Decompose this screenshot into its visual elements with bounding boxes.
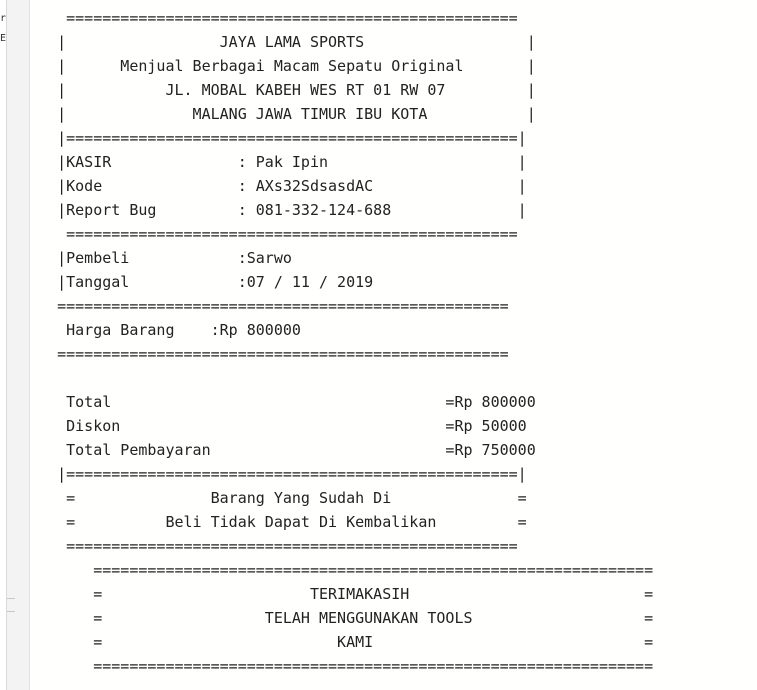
receipt-line: Diskon =Rp 50000 [30, 417, 527, 435]
receipt-line: Total Pembayaran =Rp 750000 [30, 441, 536, 459]
receipt-line: ========================================… [30, 561, 654, 579]
receipt-line: Harga Barang :Rp 800000 [30, 321, 301, 339]
receipt-line: ========================================… [30, 9, 518, 27]
adjacent-window-edge: r E [0, 0, 7, 690]
receipt-line: | JAYA LAMA SPORTS | [30, 33, 536, 51]
receipt-line: = KAMI = [30, 633, 654, 651]
receipt-line: |Tanggal :07 / 11 / 2019 [30, 273, 374, 291]
receipt-line: = TELAH MENGGUNAKAN TOOLS = [30, 609, 654, 627]
receipt-line: | MALANG JAWA TIMUR IBU KOTA | [30, 105, 536, 123]
receipt-line: | Menjual Berbagai Macam Sepatu Original… [30, 57, 536, 75]
receipt-line: Total =Rp 800000 [30, 393, 536, 411]
receipt-line: ========================================… [30, 345, 509, 363]
gutter-marker [7, 598, 15, 599]
receipt-line: = TERIMAKASIH = [30, 585, 654, 603]
receipt-line: |Report Bug : 081-332-124-688 | [30, 201, 527, 219]
left-text-fragment: r [0, 13, 7, 24]
receipt-line: ========================================… [30, 537, 518, 555]
receipt-line: = Barang Yang Sudah Di = [30, 489, 527, 507]
receipt-line: |KASIR : Pak Ipin | [30, 153, 527, 171]
receipt-line: ========================================… [30, 297, 509, 315]
receipt-line: |Pembeli :Sarwo [30, 249, 292, 267]
left-text-fragment: E [0, 33, 7, 44]
receipt-line: | JL. MOBAL KABEH WES RT 01 RW 07 | [30, 81, 536, 99]
receipt-line: ========================================… [30, 657, 654, 675]
receipt-line: |=======================================… [30, 465, 527, 483]
editor-gutter [7, 0, 30, 690]
console-output-panel[interactable]: ========================================… [30, 0, 757, 690]
receipt-line: ========================================… [30, 225, 518, 243]
receipt-line: = Beli Tidak Dapat Di Kembalikan = [30, 513, 527, 531]
receipt-line: |=======================================… [30, 129, 527, 147]
receipt-line: |Kode : AXs32SdsasdAC | [30, 177, 527, 195]
gutter-marker [7, 611, 15, 612]
